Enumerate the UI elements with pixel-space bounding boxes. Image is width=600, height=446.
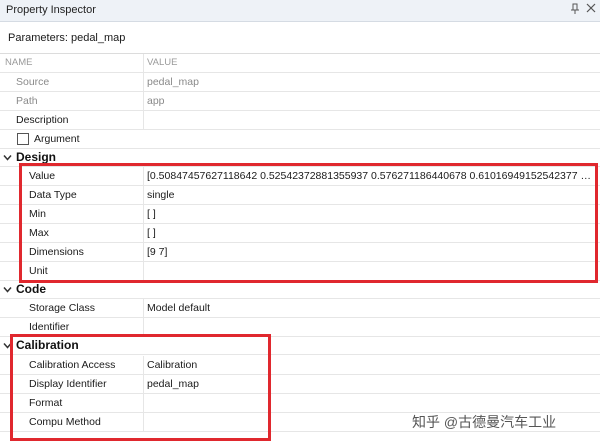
property-row-path[interactable]: Path app bbox=[0, 92, 600, 111]
argument-checkbox[interactable] bbox=[17, 133, 29, 145]
property-name: Compu Method bbox=[29, 416, 101, 428]
title-bar: Property Inspector bbox=[0, 0, 600, 22]
property-row-identifier[interactable]: Identifier bbox=[0, 318, 600, 337]
property-name: Path bbox=[16, 95, 38, 107]
property-value[interactable]: single bbox=[147, 189, 592, 201]
close-icon[interactable] bbox=[584, 3, 598, 17]
column-header-row: NAME VALUE bbox=[0, 54, 600, 73]
property-row-dimensions[interactable]: Dimensions [9 7] bbox=[0, 243, 600, 262]
property-name: Calibration Access bbox=[29, 359, 116, 371]
group-header-design[interactable]: Design bbox=[0, 149, 600, 167]
group-header-code[interactable]: Code bbox=[0, 281, 600, 299]
pin-icon[interactable] bbox=[568, 3, 582, 17]
property-name: Dimensions bbox=[29, 246, 84, 258]
property-row-value[interactable]: Value [0.50847457627118642 0.52542372881… bbox=[0, 167, 600, 186]
property-row-description[interactable]: Description bbox=[0, 111, 600, 130]
property-row-source[interactable]: Source pedal_map bbox=[0, 73, 600, 92]
property-row-calibration-access[interactable]: Calibration Access Calibration bbox=[0, 356, 600, 375]
property-value[interactable]: Model default bbox=[147, 302, 592, 314]
argument-label: Argument bbox=[34, 133, 80, 145]
property-name: Max bbox=[29, 227, 49, 239]
property-name: Value bbox=[29, 170, 56, 182]
group-title: Design bbox=[16, 150, 57, 164]
property-row-argument[interactable]: Argument bbox=[0, 130, 600, 149]
property-row-unit[interactable]: Unit bbox=[0, 262, 600, 281]
parameters-header: Parameters: pedal_map bbox=[0, 22, 600, 54]
property-value[interactable]: [ ] bbox=[147, 227, 592, 239]
window-title: Property Inspector bbox=[6, 4, 96, 16]
group-title: Code bbox=[16, 282, 46, 296]
property-name: Source bbox=[16, 76, 50, 88]
property-row-storage-class[interactable]: Storage Class Model default bbox=[0, 299, 600, 318]
property-value[interactable]: app bbox=[147, 95, 592, 107]
property-name: Storage Class bbox=[29, 302, 95, 314]
property-row-data-type[interactable]: Data Type single bbox=[0, 186, 600, 205]
property-value[interactable]: pedal_map bbox=[147, 378, 592, 390]
property-name: Min bbox=[29, 208, 46, 220]
property-row-format[interactable]: Format bbox=[0, 394, 600, 413]
property-name: Description bbox=[16, 114, 69, 126]
property-row-display-identifier[interactable]: Display Identifier pedal_map bbox=[0, 375, 600, 394]
property-value[interactable]: [9 7] bbox=[147, 246, 592, 258]
property-value[interactable]: [0.50847457627118642 0.52542372881355937… bbox=[147, 170, 592, 182]
property-value[interactable]: [ ] bbox=[147, 208, 592, 220]
property-name: Identifier bbox=[29, 321, 70, 333]
chevron-down-icon[interactable] bbox=[3, 341, 12, 350]
property-name: Data Type bbox=[29, 189, 77, 201]
watermark-text: 知乎 @古德曼汽车工业 bbox=[412, 414, 557, 430]
property-value[interactable]: Calibration bbox=[147, 359, 592, 371]
chevron-down-icon[interactable] bbox=[3, 153, 12, 162]
property-name: Display Identifier bbox=[29, 378, 107, 390]
group-header-calibration[interactable]: Calibration bbox=[0, 337, 600, 355]
chevron-down-icon[interactable] bbox=[3, 285, 12, 294]
property-name: Unit bbox=[29, 265, 48, 277]
property-row-max[interactable]: Max [ ] bbox=[0, 224, 600, 243]
column-header-value: VALUE bbox=[147, 57, 178, 68]
group-title: Calibration bbox=[16, 338, 79, 352]
property-value[interactable]: pedal_map bbox=[147, 76, 592, 88]
column-header-name: NAME bbox=[5, 57, 33, 68]
property-row-min[interactable]: Min [ ] bbox=[0, 205, 600, 224]
property-name: Format bbox=[29, 397, 63, 409]
property-grid: NAME VALUE Source pedal_map Path app Des… bbox=[0, 54, 600, 446]
parameters-label: Parameters: pedal_map bbox=[8, 32, 126, 44]
